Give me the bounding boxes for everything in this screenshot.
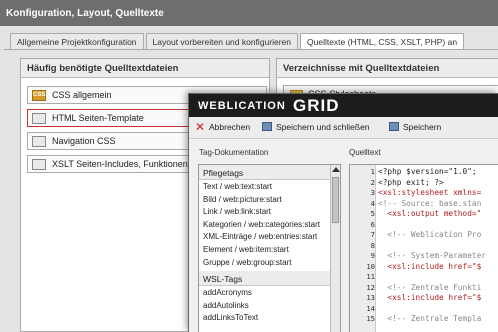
save-and-close-button[interactable]: Speichern und schließen	[262, 122, 370, 132]
line-number: 13	[366, 293, 375, 302]
close-icon: ✕	[195, 120, 206, 134]
tag-item[interactable]: addAutolinks	[199, 299, 332, 312]
tab-general-config[interactable]: Allgemeine Projektkonfiguration	[10, 33, 144, 50]
tag-item[interactable]: Element / web:item:start	[199, 243, 332, 256]
cancel-label: Abbrechen	[209, 122, 251, 132]
tag-item[interactable]: Bild / web:picture:start	[199, 193, 332, 206]
tab-layout[interactable]: Layout vorbereiten und konfigurieren	[145, 33, 298, 50]
line-number: 8	[370, 240, 375, 250]
code-line: <xsl:include href="$	[378, 293, 482, 302]
tag-item[interactable]: addAcronyms	[199, 286, 332, 299]
save-button[interactable]: Speichern	[389, 122, 441, 132]
file-item-label: CSS allgemein	[52, 90, 112, 100]
frequent-files-title: Häufig benötigte Quelltextdateien	[21, 59, 269, 78]
file-item-label: HTML Seiten-Template	[52, 113, 144, 123]
tab-divider	[4, 49, 498, 50]
brand-name: WEBLICATION	[198, 100, 286, 112]
line-number: 10	[366, 261, 375, 271]
source-label: Quelltext	[349, 148, 381, 157]
editor-toolbar: ✕ Abbrechen Speichern und schließen Spei…	[189, 117, 498, 139]
save-icon	[262, 122, 272, 131]
code-line: <xsl:stylesheet xmlns=	[378, 188, 482, 197]
source-code-editor[interactable]: 1 <?php $version="1.0"; 2 <?php exit; ?> 3 <x…	[349, 164, 498, 332]
tag-item[interactable]: Kategorien / web:categories:start	[199, 218, 332, 231]
file-item-label: XSLT Seiten-Includes, Funktionen	[52, 159, 188, 169]
tag-documentation-panel: Pflegetags Text / web:text:start Bild / …	[198, 164, 341, 332]
save-label: Speichern	[403, 122, 442, 132]
code-line: <!-- Weblication Pro	[378, 230, 482, 239]
line-number: 9	[370, 251, 375, 260]
code-line: <!-- Zentrale Funkti	[378, 282, 482, 292]
line-number: 1	[370, 167, 375, 176]
scrollbar-thumb[interactable]	[332, 177, 339, 223]
cancel-button[interactable]: ✕ Abbrechen	[195, 120, 251, 134]
tag-item[interactable]: addLinksToText	[199, 311, 332, 324]
text-file-icon	[32, 136, 46, 147]
code-line: <!-- Zentrale Templa	[378, 314, 482, 323]
code-line: <!-- Source: base.stan	[378, 198, 482, 208]
save-close-label: Speichern und schließen	[276, 122, 370, 132]
tag-list: Pflegetags Text / web:text:start Bild / …	[199, 165, 332, 324]
file-item-label: Navigation CSS	[52, 136, 116, 146]
tag-item[interactable]: XML-Einträge / web:entries:start	[199, 230, 332, 243]
code-line: <?php $version="1.0";	[378, 167, 477, 176]
line-number: 4	[370, 198, 375, 208]
line-number: 3	[370, 188, 375, 197]
section-header-pflegetags[interactable]: Pflegetags	[199, 165, 332, 180]
brand-logo: GRID	[293, 96, 340, 115]
app-title: Konfiguration, Layout, Quelltexte	[0, 0, 498, 26]
code-line: <?php exit; ?>	[378, 177, 444, 187]
save-icon	[389, 122, 399, 131]
line-number: 12	[366, 282, 375, 292]
scroll-up-arrow-icon[interactable]	[332, 167, 340, 172]
html-file-icon	[32, 113, 46, 124]
tag-item[interactable]: Link / web:link:start	[199, 205, 332, 218]
tag-item[interactable]: Text / web:text:start	[199, 180, 332, 193]
tag-list-scrollbar[interactable]	[330, 165, 340, 332]
section-header-wsl-tags[interactable]: WSL-Tags	[199, 271, 332, 287]
line-number: 14	[366, 303, 375, 313]
tag-item[interactable]: Gruppe / web:group:start	[199, 256, 332, 269]
line-number: 7	[370, 230, 375, 239]
editor-header: WEBLICATION GRID	[189, 94, 498, 117]
template-editor-window: WEBLICATION GRID ✕ Abbrechen Speichern u…	[188, 93, 498, 332]
code-line: <!-- System-Parameter	[378, 251, 486, 260]
line-number: 15	[366, 314, 375, 323]
line-number: 5	[370, 209, 375, 218]
tab-bar: Allgemeine Projektkonfiguration Layout v…	[10, 33, 466, 50]
code-line: <xsl:include href="$	[378, 261, 482, 271]
line-number: 2	[370, 177, 375, 187]
xslt-file-icon	[32, 159, 46, 170]
css-file-icon: CSS	[32, 90, 46, 101]
line-number: 11	[366, 272, 375, 281]
tab-source-texts[interactable]: Quelltexte (HTML, CSS, XSLT, PHP) an	[300, 33, 465, 50]
tag-doc-label: Tag-Dokumentation	[199, 148, 269, 157]
line-number: 6	[370, 219, 375, 229]
directories-title: Verzeichnisse mit Quelltextdateien	[277, 59, 498, 78]
code-line: <xsl:output method="	[378, 209, 482, 218]
